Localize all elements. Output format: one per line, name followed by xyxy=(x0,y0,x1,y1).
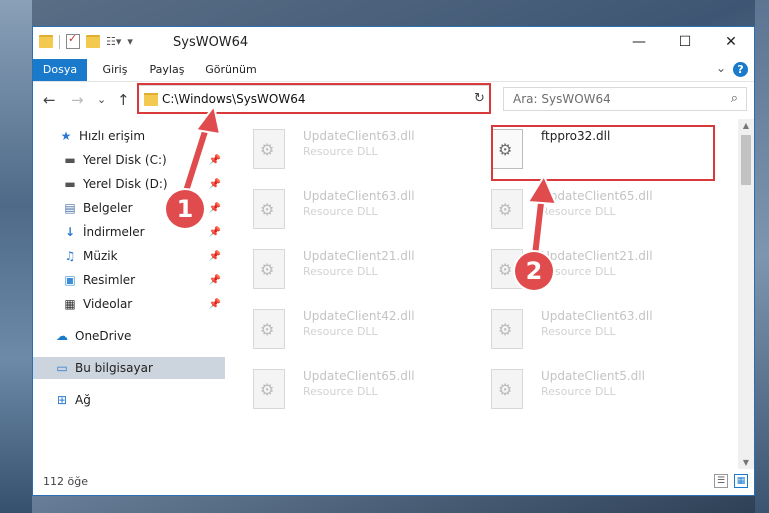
star-icon: ★ xyxy=(60,129,72,143)
dll-file-icon xyxy=(253,249,285,289)
sidebar-item-videos[interactable]: ▦ Videolar 📌 xyxy=(33,293,225,315)
file-item[interactable]: UpdateClient63.dll Resource DLL xyxy=(471,301,709,357)
file-description: Resource DLL xyxy=(303,265,378,278)
tab-view[interactable]: Görünüm xyxy=(201,59,261,81)
new-folder-icon[interactable] xyxy=(86,35,100,48)
dll-file-icon xyxy=(491,369,523,409)
dll-file-icon xyxy=(253,369,285,409)
file-item[interactable]: UpdateClient5.dll Resource DLL xyxy=(471,361,709,417)
pin-icon[interactable]: 📌 xyxy=(209,251,221,262)
file-item[interactable]: UpdateClient63.dll Resource DLL xyxy=(233,181,471,237)
file-name: UpdateClient63.dll xyxy=(303,189,415,203)
sidebar-item-this-pc[interactable]: ▭ Bu bilgisayar xyxy=(33,357,225,379)
search-input[interactable]: Ara: SysWOW64 xyxy=(513,92,611,106)
search-icon: ⌕ xyxy=(730,91,738,106)
file-description: Resource DLL xyxy=(303,325,378,338)
explorer-window: ☷▾ ▾ SysWOW64 — ☐ ✕ Dosya Giriş Paylaş G… xyxy=(32,26,755,496)
pin-icon[interactable]: 📌 xyxy=(209,299,221,310)
sidebar-item-pictures[interactable]: ▣ Resimler 📌 xyxy=(33,269,225,291)
sidebar-item-label: Bu bilgisayar xyxy=(75,361,153,375)
sidebar-item-label: OneDrive xyxy=(75,329,132,343)
pictures-icon: ▣ xyxy=(64,273,76,287)
toolbar-separator xyxy=(59,34,60,49)
view-switcher: ☰ ▦ xyxy=(714,474,748,488)
file-name: UpdateClient42.dll xyxy=(303,309,415,323)
drive-icon: ▬ xyxy=(64,177,76,191)
computer-icon: ▭ xyxy=(56,361,68,375)
file-name: UpdateClient63.dll xyxy=(541,309,653,323)
close-button[interactable]: ✕ xyxy=(708,27,754,57)
maximize-button[interactable]: ☐ xyxy=(662,27,708,57)
sidebar-item-music[interactable]: ♫ Müzik 📌 xyxy=(33,245,225,267)
title-bar: ☷▾ ▾ SysWOW64 — ☐ ✕ xyxy=(33,27,754,59)
desktop-background-right xyxy=(755,0,769,513)
details-view-icon[interactable]: ☰ xyxy=(714,474,728,488)
vertical-scrollbar[interactable]: ▲ ▼ xyxy=(738,119,754,469)
file-item[interactable]: UpdateClient21.dll Resource DLL xyxy=(233,241,471,297)
desktop-background-left xyxy=(0,0,32,513)
help-icon[interactable]: ? xyxy=(733,62,748,77)
sidebar-item-label: Videolar xyxy=(83,297,133,311)
sidebar-item-label: Ağ xyxy=(75,393,91,407)
file-name: UpdateClient5.dll xyxy=(541,369,645,383)
ribbon-expand-icon[interactable]: ⌄ xyxy=(716,61,726,75)
dll-file-icon xyxy=(253,309,285,349)
step1-badge: 1 xyxy=(166,190,204,228)
quick-access-toolbar: ☷▾ ▾ xyxy=(39,32,133,49)
cloud-icon: ☁ xyxy=(56,329,68,343)
dll-file-icon xyxy=(491,309,523,349)
scrollbar-thumb[interactable] xyxy=(741,135,751,185)
file-description: Resource DLL xyxy=(541,385,616,398)
file-name: UpdateClient21.dll xyxy=(303,249,415,263)
forward-button[interactable]: → xyxy=(71,91,84,109)
tiles-view-icon[interactable]: ▦ xyxy=(734,474,748,488)
tab-share[interactable]: Paylaş xyxy=(145,59,189,81)
dll-file-icon xyxy=(253,189,285,229)
network-icon: ⊞ xyxy=(56,393,68,407)
sidebar-item-label: Resimler xyxy=(83,273,136,287)
window-title: SysWOW64 xyxy=(173,35,249,50)
properties-icon[interactable] xyxy=(66,32,80,49)
scroll-down-icon[interactable]: ▼ xyxy=(738,458,754,467)
ribbon-tabs: Dosya Giriş Paylaş Görünüm ⌄ ? xyxy=(33,59,754,82)
sidebar-item-onedrive[interactable]: ☁ OneDrive xyxy=(33,325,225,347)
file-description: Resource DLL xyxy=(541,325,616,338)
music-icon: ♫ xyxy=(64,249,76,263)
file-description: Resource DLL xyxy=(303,145,378,158)
customize-toolbar-icon[interactable]: ☷▾ xyxy=(106,35,121,48)
back-button[interactable]: ← xyxy=(43,91,56,109)
videos-icon: ▦ xyxy=(64,297,76,311)
pin-icon[interactable]: 📌 xyxy=(209,275,221,286)
tab-home[interactable]: Giriş xyxy=(97,59,133,81)
file-item[interactable]: UpdateClient42.dll Resource DLL xyxy=(233,301,471,357)
window-controls: — ☐ ✕ xyxy=(616,27,754,57)
file-description: Resource DLL xyxy=(303,205,378,218)
search-box[interactable]: Ara: SysWOW64 ⌕ xyxy=(503,87,747,111)
scroll-up-icon[interactable]: ▲ xyxy=(738,121,754,130)
item-count: 112 öğe xyxy=(43,475,88,488)
sidebar-item-network[interactable]: ⊞ Ağ xyxy=(33,389,225,411)
sidebar-item-label: Hızlı erişim xyxy=(79,129,146,143)
file-description: Resource DLL xyxy=(303,385,378,398)
file-name: UpdateClient65.dll xyxy=(303,369,415,383)
documents-icon: ▤ xyxy=(64,201,76,215)
step2-badge: 2 xyxy=(515,252,553,290)
folder-icon xyxy=(39,35,53,48)
download-icon: ↓ xyxy=(64,225,76,239)
file-name: UpdateClient63.dll xyxy=(303,129,415,143)
toolbar-dropdown-icon[interactable]: ▾ xyxy=(127,35,133,48)
tab-file[interactable]: Dosya xyxy=(33,59,87,81)
status-bar: 112 öğe ☰ ▦ xyxy=(33,469,754,495)
sidebar-item-label: Belgeler xyxy=(83,201,133,215)
file-item[interactable]: UpdateClient63.dll Resource DLL xyxy=(233,121,471,177)
sidebar-item-label: Müzik xyxy=(83,249,118,263)
drive-icon: ▬ xyxy=(64,153,76,167)
file-item[interactable]: UpdateClient65.dll Resource DLL xyxy=(233,361,471,417)
sidebar-item-label: İndirmeler xyxy=(83,225,145,239)
dll-file-icon xyxy=(253,129,285,169)
up-button[interactable]: ↑ xyxy=(117,91,130,109)
minimize-button[interactable]: — xyxy=(616,27,662,57)
recent-locations-button[interactable]: ⌄ xyxy=(97,93,106,106)
